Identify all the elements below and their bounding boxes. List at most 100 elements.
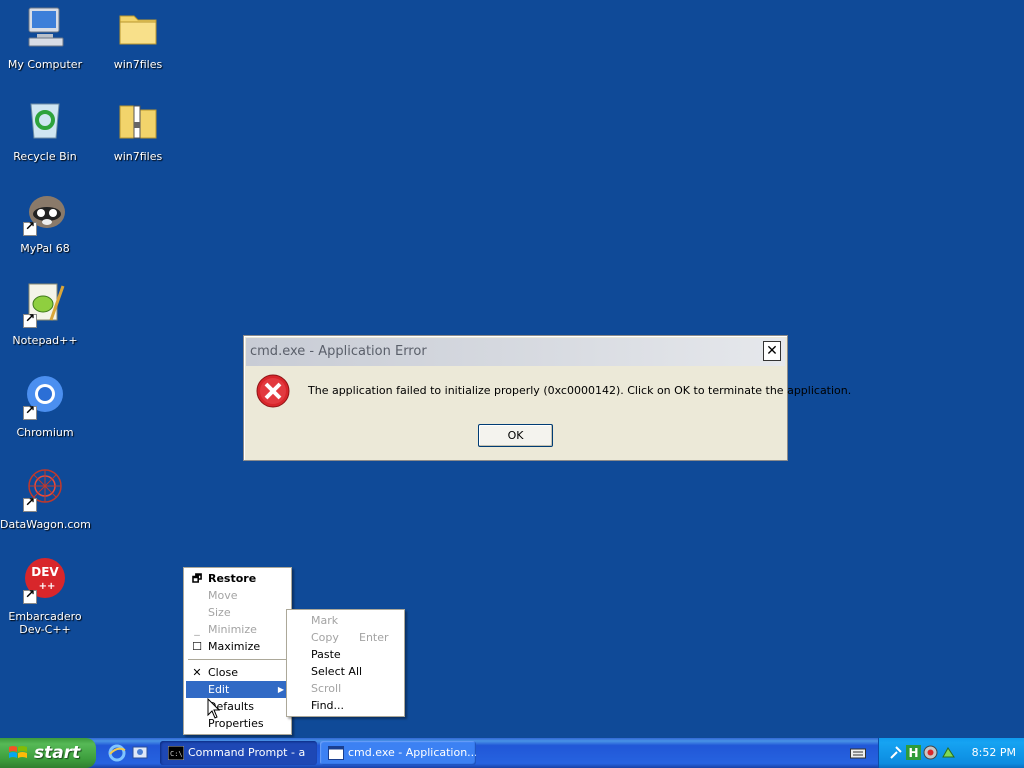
menu-item-size[interactable]: Size [186, 604, 289, 621]
menu-item-properties[interactable]: Properties [186, 715, 289, 732]
shortcut-arrow-icon [23, 312, 37, 328]
keyboard-language-icon[interactable] [850, 746, 866, 760]
submenu-item-paste[interactable]: Paste [289, 646, 402, 663]
shortcut-arrow-icon [23, 404, 37, 420]
my-computer-icon [21, 4, 69, 52]
menu-item-restore[interactable]: 🗗 Restore [186, 570, 289, 587]
edit-submenu: Mark Copy Enter Paste Select All Scroll … [286, 609, 405, 717]
desktop-icon-datawagon[interactable]: DataWagon.com [0, 464, 91, 531]
error-message: The application failed to initialize pro… [308, 384, 852, 397]
desktop-icon-my-computer[interactable]: My Computer [0, 4, 90, 71]
desktop-icon-label: MyPal 68 [20, 242, 70, 255]
taskbar-clock[interactable]: 8:52 PM [972, 738, 1016, 768]
menu-item-label: Find... [311, 699, 345, 712]
menu-item-label: Restore [208, 572, 257, 585]
menu-item-shortcut: Enter [359, 631, 389, 644]
desktop-icon-recycle-bin[interactable]: Recycle Bin [0, 96, 90, 163]
maximize-icon: ☐ [192, 640, 202, 653]
shortcut-arrow-icon [23, 220, 37, 236]
desktop-icon-label: My Computer [7, 58, 83, 71]
svg-text:++: ++ [39, 581, 56, 592]
menu-item-label: Scroll [311, 682, 342, 695]
menu-item-maximize[interactable]: ☐ Maximize [186, 638, 289, 655]
ok-button[interactable]: OK [478, 424, 553, 447]
error-icon [256, 374, 290, 408]
dialog-titlebar[interactable]: cmd.exe - Application Error ✕ [246, 338, 785, 366]
cmd-icon: C:\ [168, 746, 184, 760]
menu-item-edit[interactable]: Edit ▶ [186, 681, 289, 698]
window-icon [328, 746, 344, 760]
desktop-icon-mypal[interactable]: MyPal 68 [0, 188, 90, 255]
desktop-icon-label: Embarcadero Dev-C++ [8, 610, 82, 636]
internet-explorer-icon[interactable] [108, 744, 126, 762]
devcpp-icon: DEV ++ [21, 556, 69, 604]
tray-security-icon[interactable] [923, 745, 938, 760]
application-error-dialog: cmd.exe - Application Error ✕ The applic… [243, 335, 851, 461]
menu-item-label: Close [208, 666, 238, 679]
menu-item-minimize[interactable]: _ Minimize [186, 621, 289, 638]
chromium-icon [21, 372, 69, 420]
minimize-icon: _ [194, 623, 200, 636]
submenu-item-select-all[interactable]: Select All [289, 663, 402, 680]
desktop-icon-label: win7files [113, 58, 163, 71]
menu-item-label: Paste [311, 648, 341, 661]
tray-network-icon[interactable] [941, 745, 956, 760]
start-button[interactable]: start [0, 738, 96, 768]
tray-h-icon[interactable]: H [906, 745, 921, 760]
desktop-icon-label: Chromium [16, 426, 74, 439]
submenu-item-find[interactable]: Find... [289, 697, 402, 714]
submenu-item-mark[interactable]: Mark [289, 612, 402, 629]
submenu-item-copy[interactable]: Copy Enter [289, 629, 402, 646]
task-label: Command Prompt - a [188, 746, 306, 759]
menu-item-defaults[interactable]: Defaults [186, 698, 289, 715]
submenu-item-scroll[interactable]: Scroll [289, 680, 402, 697]
desktop-icon-devcpp[interactable]: DEV ++ Embarcadero Dev-C++ [0, 556, 90, 636]
desktop-icon-notepad-plus-plus[interactable]: Notepad++ [0, 280, 90, 347]
menu-item-label: Select All [311, 665, 363, 678]
recycle-bin-icon [21, 96, 69, 144]
notepad-plus-plus-icon [21, 280, 69, 328]
desktop-icon-label: Recycle Bin [13, 150, 77, 163]
taskbar-button-application-error[interactable]: cmd.exe - Application... [320, 741, 476, 765]
start-label: start [34, 743, 81, 763]
zip-folder-icon [114, 96, 162, 144]
desktop-icon-label: Notepad++ [12, 334, 78, 347]
windows-flag-icon [9, 746, 27, 758]
folder-icon [114, 4, 162, 52]
menu-item-label: Maximize [208, 640, 261, 653]
menu-item-label: Size [208, 606, 231, 619]
menu-item-label: Edit [208, 683, 230, 696]
window-system-menu: 🗗 Restore Move Size _ Minimize ☐ Maximiz… [183, 567, 292, 735]
mypal-icon [21, 188, 69, 236]
svg-text:C:\: C:\ [170, 750, 183, 758]
desktop-icon-label: win7files [113, 150, 163, 163]
mouse-cursor-icon [207, 698, 221, 719]
system-tray: H 8:52 PM [878, 738, 1024, 768]
shortcut-arrow-icon [23, 496, 37, 512]
menu-item-label: Copy [311, 631, 339, 644]
menu-item-label: Mark [311, 614, 339, 627]
submenu-arrow-icon: ▶ [277, 685, 284, 694]
menu-separator [188, 659, 287, 660]
taskbar: start C:\ Command Prompt - a cmd.exe - A… [0, 738, 1024, 768]
desktop-icon-win7files-folder[interactable]: win7files [93, 4, 183, 71]
show-desktop-icon[interactable] [131, 744, 149, 762]
menu-item-move[interactable]: Move [186, 587, 289, 604]
task-label: cmd.exe - Application... [348, 746, 476, 759]
dialog-close-button[interactable]: ✕ [763, 341, 781, 361]
svg-text:DEV: DEV [31, 565, 59, 579]
desktop-icon-chromium[interactable]: Chromium [0, 372, 90, 439]
datawagon-icon [21, 464, 69, 512]
menu-item-label: Minimize [208, 623, 257, 636]
taskbar-button-command-prompt[interactable]: C:\ Command Prompt - a [160, 741, 317, 765]
desktop-icon-label: DataWagon.com [0, 518, 91, 531]
menu-item-label: Move [208, 589, 238, 602]
close-icon: ✕ [192, 666, 202, 679]
dialog-title: cmd.exe - Application Error [250, 344, 427, 359]
svg-text:H: H [908, 746, 918, 760]
shortcut-arrow-icon [23, 588, 37, 604]
menu-item-close[interactable]: ✕ Close [186, 664, 289, 681]
restore-icon: 🗗 [191, 572, 203, 585]
tray-tools-icon[interactable] [889, 745, 904, 760]
desktop-icon-win7files-zip[interactable]: win7files [93, 96, 183, 163]
